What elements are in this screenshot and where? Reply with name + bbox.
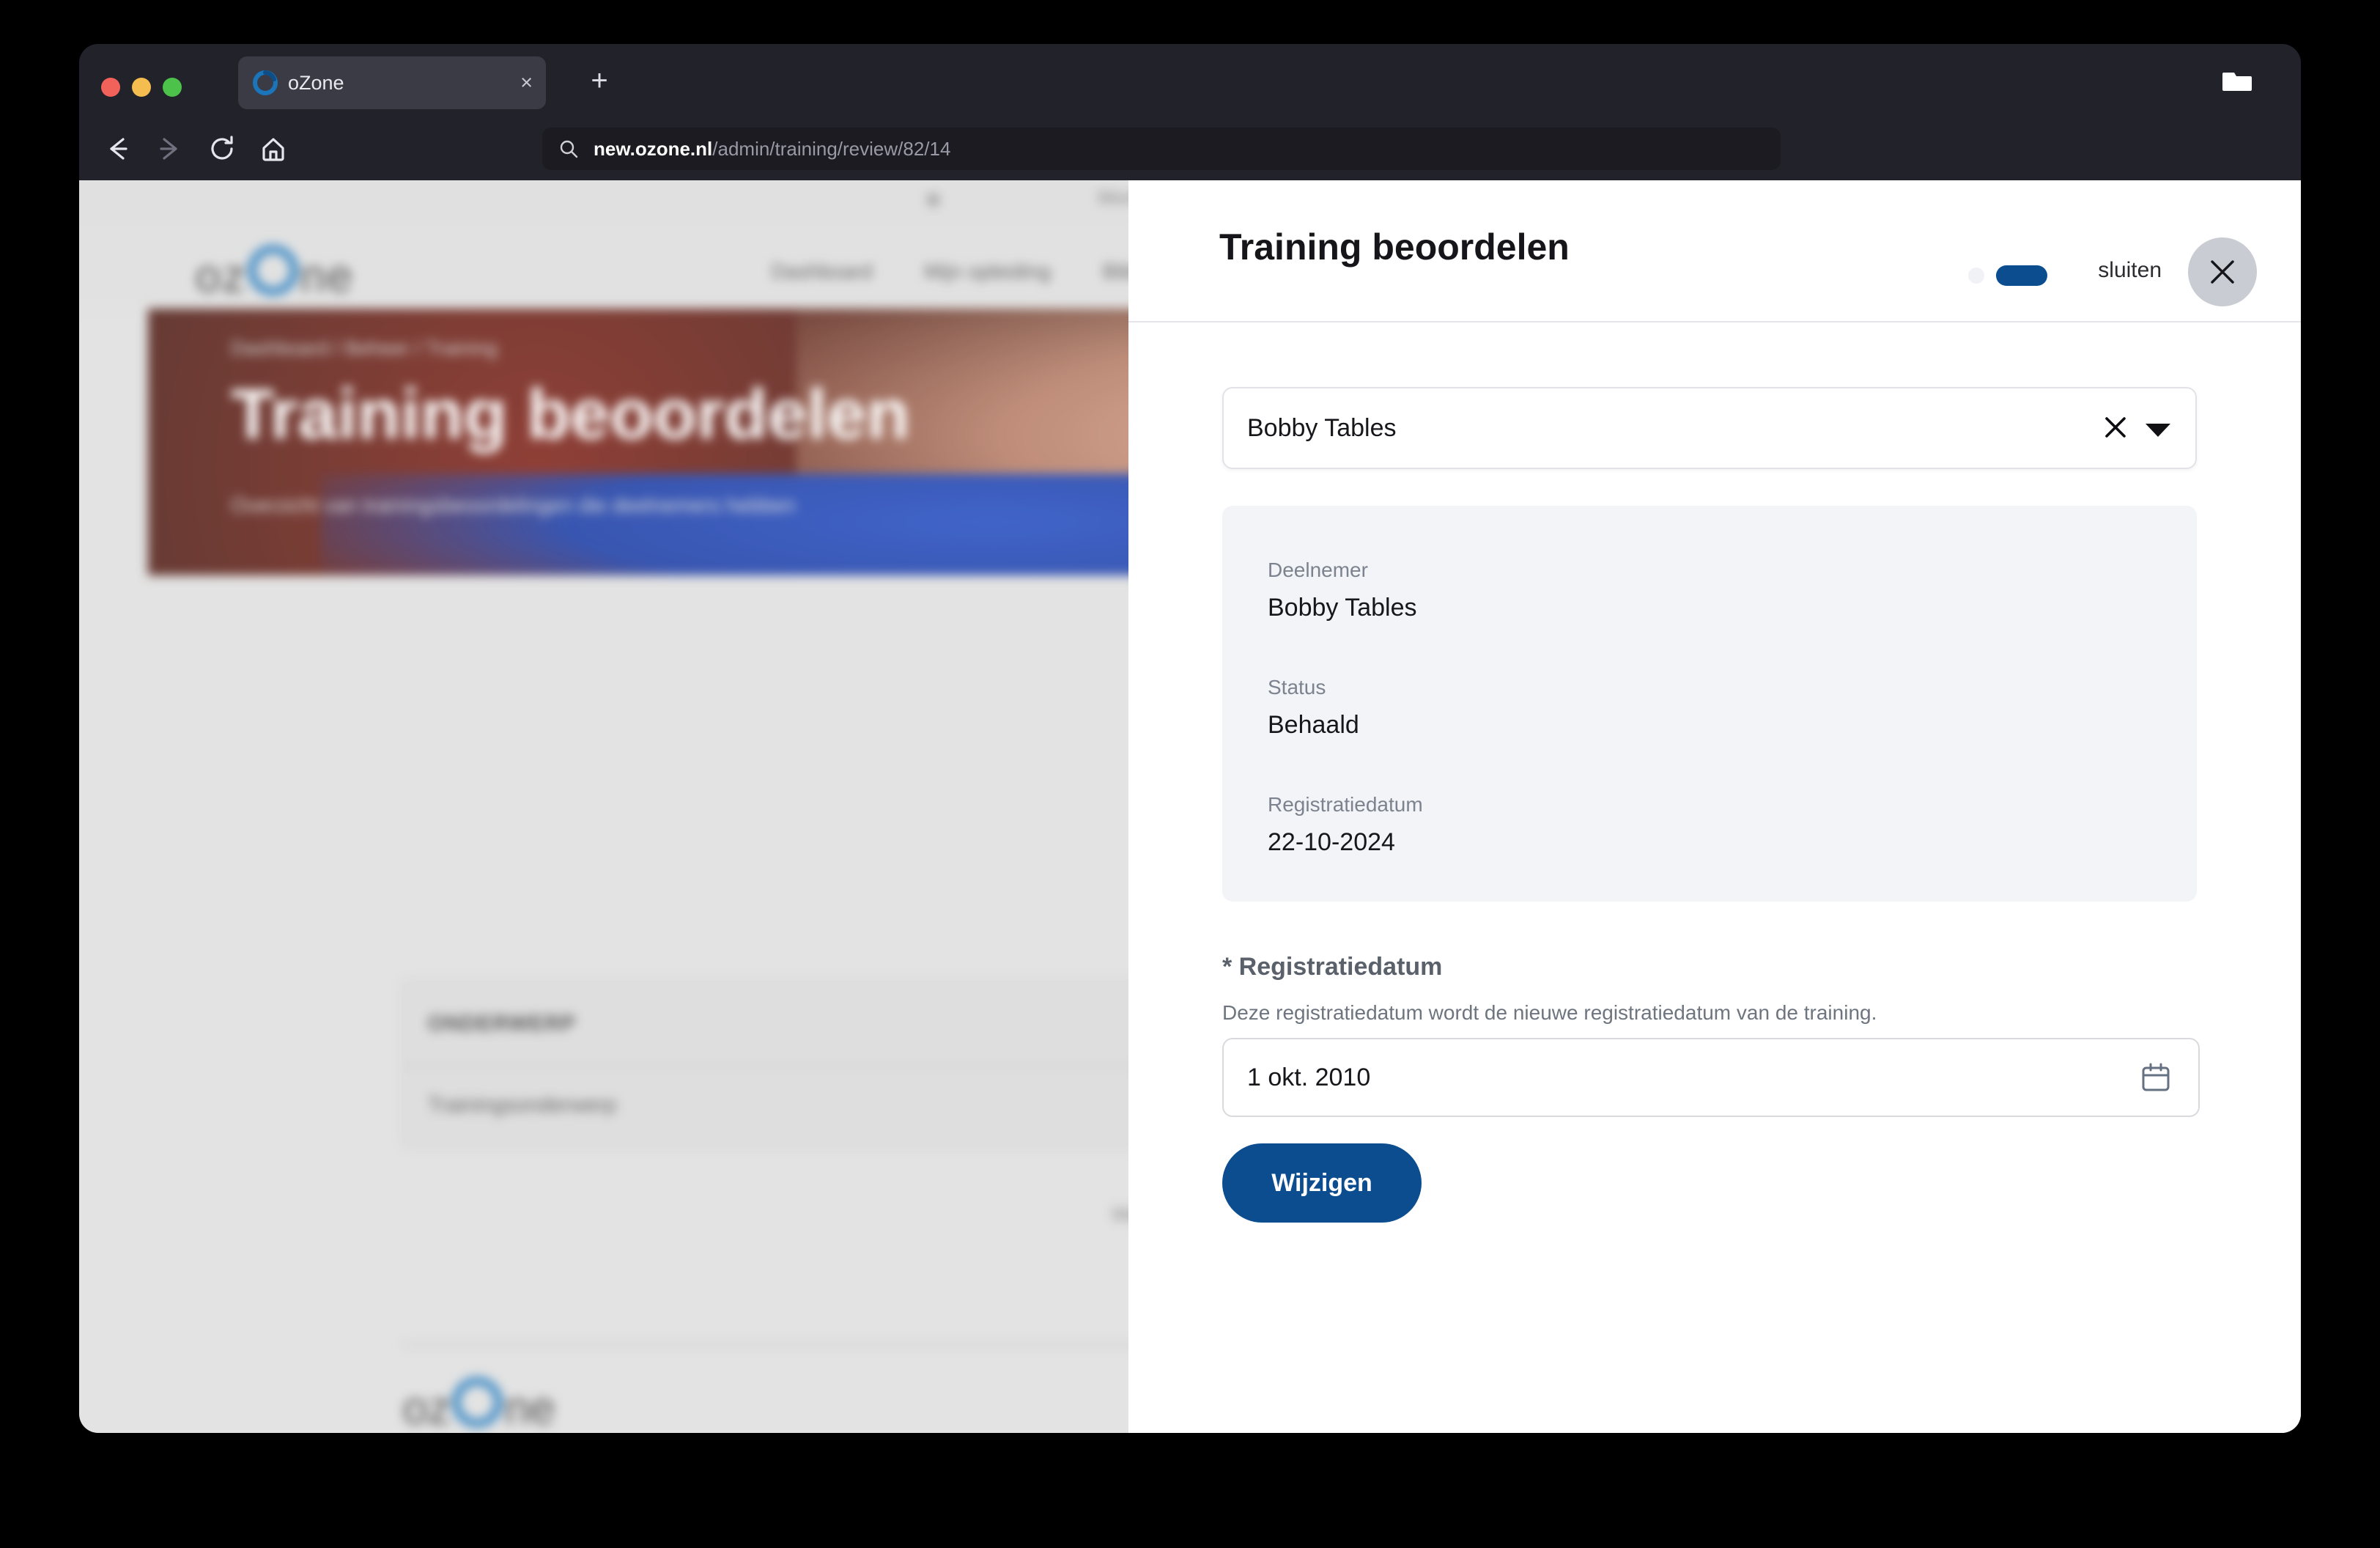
registratiedatum-input[interactable]: 1 okt. 2010 <box>1222 1038 2200 1117</box>
panel-header: Training beoordelen sluiten <box>1128 180 2301 322</box>
panel-title: Training beoordelen <box>1219 226 1570 268</box>
status-label: Status <box>1268 676 1326 699</box>
browser-tab-strip: oZone × + <box>79 44 2301 117</box>
chevron-down-icon[interactable] <box>2146 424 2170 437</box>
window-maximize-button[interactable] <box>163 78 182 97</box>
back-icon[interactable] <box>100 130 136 167</box>
registratiedatum-value: 22-10-2024 <box>1268 828 1395 856</box>
close-icon <box>2211 260 2234 284</box>
page-viewport: Momenteel in oZone 1 ozne Dashboard Mijn… <box>79 180 2301 1433</box>
browser-toolbar: new.ozone.nl/admin/training/review/82/14 <box>79 117 2301 180</box>
toggle-dot-icon <box>1968 268 1984 284</box>
registratiedatum-field-label: * Registratiedatum <box>1222 953 1443 981</box>
home-icon[interactable] <box>255 130 292 167</box>
calendar-icon[interactable] <box>2140 1061 2172 1094</box>
new-tab-button[interactable]: + <box>577 59 621 103</box>
browser-window: oZone × + new.ozone.nl/admin/training/re… <box>79 44 2301 1433</box>
browser-tab-ozone[interactable]: oZone × <box>238 56 546 109</box>
registratiedatum-label: Registratiedatum <box>1268 793 1423 816</box>
forward-icon[interactable] <box>151 130 188 167</box>
toggle-pill-icon <box>1996 265 2047 286</box>
status-value: Behaald <box>1268 711 1359 739</box>
submit-button[interactable]: Wijzigen <box>1222 1143 1422 1223</box>
url-path: /admin/training/review/82/14 <box>712 138 951 160</box>
address-bar-text: new.ozone.nl/admin/training/review/82/14 <box>594 128 950 170</box>
training-review-panel: Training beoordelen sluiten Bobby Tables <box>1128 180 2301 1433</box>
clear-icon[interactable] <box>2103 415 2128 440</box>
panel-body: Bobby Tables Deelnemer Bobby Tables Stat… <box>1128 321 2301 1433</box>
search-icon <box>560 140 578 158</box>
participant-select[interactable]: Bobby Tables <box>1222 387 2197 469</box>
deelnemer-value: Bobby Tables <box>1268 594 1417 622</box>
tab-list-icon[interactable] <box>2222 67 2252 94</box>
window-close-button[interactable] <box>101 78 120 97</box>
close-button[interactable] <box>2188 237 2257 306</box>
tab-close-icon[interactable]: × <box>520 56 533 109</box>
registratiedatum-input-value: 1 okt. 2010 <box>1247 1064 1371 1091</box>
ozone-favicon-icon <box>253 70 278 95</box>
participant-info-card: Deelnemer Bobby Tables Status Behaald Re… <box>1222 506 2197 902</box>
participant-select-value: Bobby Tables <box>1247 414 1397 442</box>
address-bar[interactable]: new.ozone.nl/admin/training/review/82/14 <box>542 128 1781 170</box>
reload-icon[interactable] <box>204 130 240 167</box>
registratiedatum-field-help: Deze registratiedatum wordt de nieuwe re… <box>1222 1001 1877 1024</box>
close-label[interactable]: sluiten <box>2098 258 2162 283</box>
url-domain: new.ozone.nl <box>594 138 713 160</box>
panel-toggle-switch[interactable] <box>1968 262 2047 289</box>
deelnemer-label: Deelnemer <box>1268 559 1368 581</box>
window-minimize-button[interactable] <box>132 78 151 97</box>
tab-title: oZone <box>288 72 344 94</box>
